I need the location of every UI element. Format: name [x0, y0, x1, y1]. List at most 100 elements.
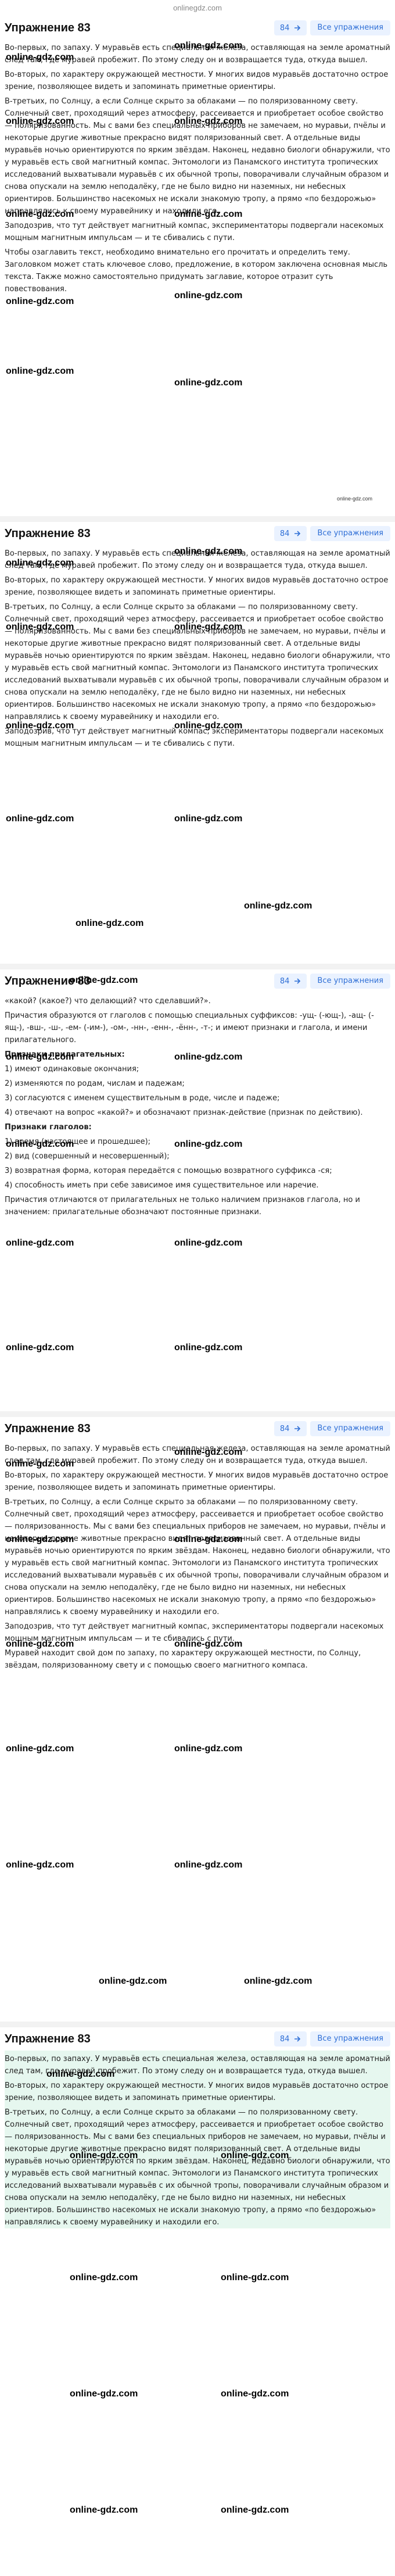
page-chip-button[interactable]: 84: [274, 2031, 307, 2047]
page-number: 84: [279, 23, 290, 33]
all-exercises-button[interactable]: Все упражнения: [310, 2031, 390, 2047]
paragraph: Заподозрив, что тут действует магнитный …: [5, 727, 384, 748]
divider: [0, 1411, 395, 1417]
watermark: online-gdz.com: [174, 1343, 243, 1353]
bar-right: 84 Все упражнения: [274, 20, 390, 35]
watermark: online-gdz.com: [6, 814, 74, 824]
paragraph: Во-вторых, по характеру окружающей местн…: [5, 1471, 389, 1492]
page-chip-button[interactable]: 84: [274, 20, 307, 35]
page-chip-button[interactable]: 84: [274, 1421, 307, 1436]
section-text: Во-первых, по запаху. У муравьёв есть сп…: [5, 1440, 390, 1672]
section-bar: Упражнение 83 84 Все упражнения: [5, 522, 390, 545]
watermark: online-gdz.com: [6, 1744, 74, 1754]
paragraph: В-третьих, по Солнцу, а если Солнце скры…: [5, 603, 390, 721]
arrow-right-icon: [295, 2036, 301, 2042]
watermark: online-gdz.com: [76, 918, 144, 928]
page-number: 84: [279, 976, 290, 986]
watermark: online-gdz.com: [6, 1238, 74, 1248]
page: onlinegdz.com Упражнение 83 84 Все упраж…: [0, 0, 395, 2574]
paragraph: Причастия отличаются от прилагательных н…: [5, 1196, 360, 1217]
page-number: 84: [279, 529, 290, 538]
watermark: online-gdz.com: [174, 1238, 243, 1248]
paragraph: 3) согласуются с именем существительным …: [5, 1094, 280, 1103]
page-chip-button[interactable]: 84: [274, 526, 307, 541]
section-title: Упражнение 83: [5, 974, 91, 988]
watermark: online-gdz.com: [221, 2505, 289, 2515]
paragraph: Во-вторых, по характеру окружающей местн…: [5, 70, 389, 91]
arrow-right-icon: [295, 25, 301, 31]
section-text: Во-первых, по запаху. У муравьёв есть сп…: [5, 545, 390, 750]
paragraph: 2) вид (совершенный и несовершенный);: [5, 1152, 170, 1161]
paragraph: Во-первых, по запаху. У муравьёв есть сп…: [5, 44, 390, 65]
all-exercises-button[interactable]: Все упражнения: [310, 20, 390, 35]
all-exercises-button[interactable]: Все упражнения: [310, 1421, 390, 1436]
divider: [0, 2022, 395, 2027]
paragraph: Во-первых, по запаху. У муравьёв есть сп…: [5, 1444, 390, 1465]
all-exercises-button[interactable]: Все упражнения: [310, 974, 390, 989]
section-title: Упражнение 83: [5, 1422, 91, 1435]
paragraph-heading: Признаки прилагательных:: [5, 1050, 125, 1059]
exercise-section-4: Упражнение 83 84 Все упражнения Во-первы…: [0, 1417, 395, 2022]
watermark: online-gdz.com: [6, 296, 74, 306]
watermark: online-gdz.com: [6, 1343, 74, 1353]
exercise-section-5: Упражнение 83 84 Все упражнения Во-первы…: [0, 2027, 395, 2574]
paragraph: Муравей находит свой дом по запаху, по х…: [5, 1649, 361, 1670]
paragraph: 2) изменяются по родам, числам и падежам…: [5, 1079, 185, 1088]
watermark: online-gdz.com: [6, 1860, 74, 1870]
bar-right: 84 Все упражнения: [274, 974, 390, 989]
arrow-right-icon: [295, 531, 301, 536]
paragraph: Во-первых, по запаху. У муравьёв есть сп…: [5, 549, 390, 570]
watermark: online-gdz.com: [70, 2273, 138, 2282]
section-bar: Упражнение 83 84 Все упражнения: [5, 2027, 390, 2051]
watermark: online-gdz.com: [174, 1744, 243, 1754]
paragraph: Во-вторых, по характеру окружающей местн…: [5, 576, 389, 597]
exercise-section-1: Упражнение 83 84 Все упражнения Во-первы…: [0, 16, 395, 516]
section-text: «какой? (какое?) что делающий? что сдела…: [5, 993, 390, 1218]
divider: [0, 516, 395, 522]
watermark: online-gdz.com: [70, 2389, 138, 2399]
paragraph: Чтобы озаглавить текст, необходимо внима…: [5, 248, 388, 294]
paragraph: Во-первых, по запаху. У муравьёв есть сп…: [5, 2055, 390, 2076]
paragraph: 4) способность иметь при себе зависимое …: [5, 1181, 319, 1190]
page-number: 84: [279, 2034, 290, 2044]
watermark: online-gdz.com: [174, 1860, 243, 1870]
bar-right: 84 Все упражнения: [274, 2031, 390, 2047]
section-bar: Упражнение 83 84 Все упражнения: [5, 16, 390, 40]
page-chip-button[interactable]: 84: [274, 974, 307, 989]
paragraph: «какой? (какое?) что делающий? что сдела…: [5, 997, 211, 1006]
page-number: 84: [279, 1424, 290, 1433]
section-bar: Упражнение 83 84 Все упражнения: [5, 1417, 390, 1440]
exercise-section-2: Упражнение 83 84 Все упражнения Во-первы…: [0, 522, 395, 964]
paragraph: Причастия образуются от глаголов с помощ…: [5, 1011, 374, 1044]
site-header: onlinegdz.com: [173, 3, 222, 12]
paragraph: 3) возвратная форма, которая передаётся …: [5, 1167, 332, 1175]
watermark: online-gdz.com: [174, 814, 243, 824]
bar-right: 84 Все упражнения: [274, 526, 390, 541]
watermark: online-gdz.com: [337, 496, 373, 502]
section-title: Упражнение 83: [5, 2032, 91, 2045]
section-title: Упражнение 83: [5, 527, 91, 540]
paragraph: В-третьих, по Солнцу, а если Солнце скры…: [5, 97, 390, 216]
all-exercises-button[interactable]: Все упражнения: [310, 526, 390, 541]
bar-right: 84 Все упражнения: [274, 1421, 390, 1436]
watermark: online-gdz.com: [174, 378, 243, 388]
paragraph: 4) отвечают на вопрос «какой?» и обознач…: [5, 1108, 363, 1117]
section-title: Упражнение 83: [5, 21, 91, 34]
section-text: Во-первых, по запаху. У муравьёв есть сп…: [5, 40, 390, 295]
arrow-right-icon: [295, 978, 301, 984]
paragraph: В-третьих, по Солнцу, а если Солнце скры…: [5, 2108, 390, 2227]
paragraph-heading: Признаки глаголов:: [5, 1123, 92, 1132]
paragraph: Заподозрив, что тут действует магнитный …: [5, 221, 384, 242]
paragraph: 1) имеют одинаковые окончания;: [5, 1065, 139, 1074]
watermark: online-gdz.com: [99, 1976, 167, 1986]
paragraph: В-третьих, по Солнцу, а если Солнце скры…: [5, 1498, 390, 1616]
watermark: online-gdz.com: [244, 1976, 313, 1986]
divider: [0, 964, 395, 969]
watermark: online-gdz.com: [70, 2505, 138, 2515]
paragraph: Во-вторых, по характеру окружающей местн…: [5, 2081, 389, 2102]
paragraph: Заподозрив, что тут действует магнитный …: [5, 1622, 384, 1643]
watermark: online-gdz.com: [6, 366, 74, 376]
paragraph: 1) время (настоящее и прошедшее);: [5, 1137, 151, 1146]
exercise-section-3: Упражнение 83 84 Все упражнения «какой? …: [0, 969, 395, 1411]
watermark: online-gdz.com: [221, 2273, 289, 2282]
